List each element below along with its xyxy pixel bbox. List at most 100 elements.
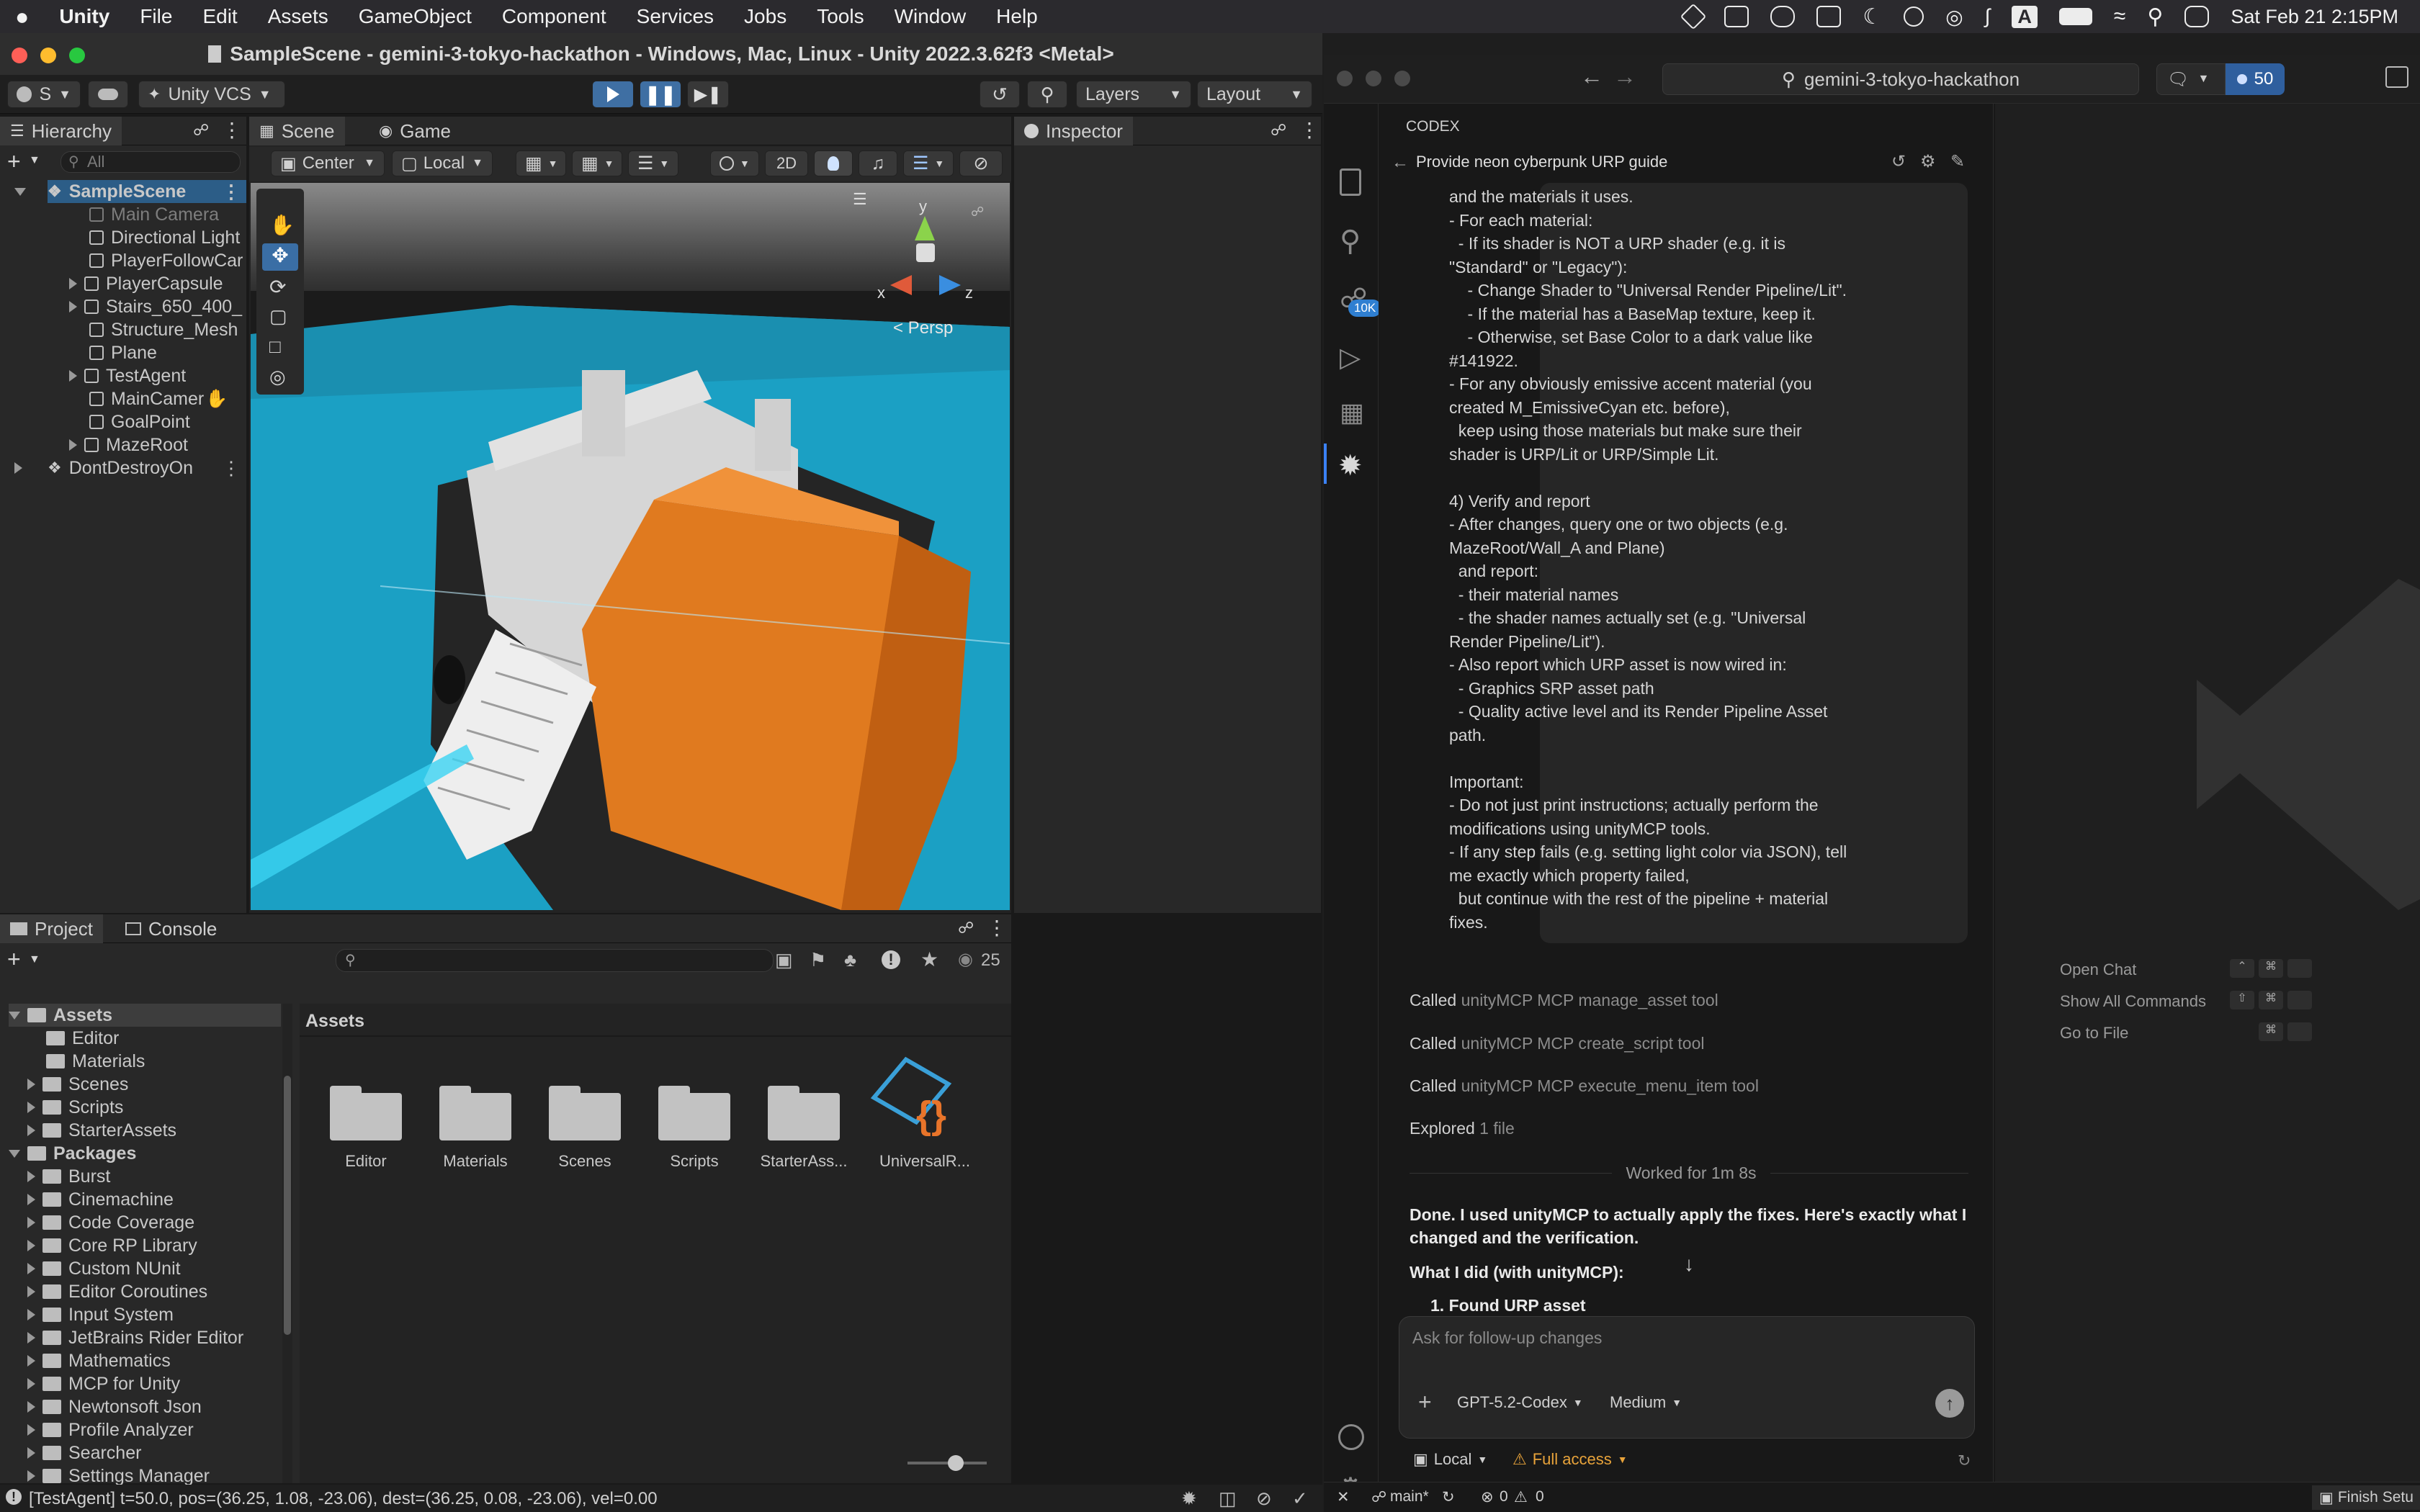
- project-tree-item[interactable]: Code Coverage: [27, 1211, 194, 1234]
- more-options-icon[interactable]: ⋮: [222, 181, 241, 203]
- account-dropdown[interactable]: S ▼: [7, 81, 81, 108]
- project-tree-item[interactable]: Profile Analyzer: [27, 1418, 194, 1441]
- tab-hierarchy[interactable]: ☰ Hierarchy: [0, 117, 122, 145]
- cloud-button[interactable]: [88, 81, 128, 108]
- history-icon[interactable]: ↺: [1891, 151, 1906, 172]
- hierarchy-item-mazeroot[interactable]: MazeRoot: [69, 433, 188, 456]
- gizmo-lock-icon[interactable]: ☍: [971, 204, 984, 220]
- expand-arrow-icon[interactable]: [27, 1263, 35, 1274]
- menu-gameobject[interactable]: GameObject: [344, 5, 487, 28]
- send-button[interactable]: ↑: [1935, 1389, 1964, 1418]
- chevron-down-icon[interactable]: ▼: [29, 953, 40, 966]
- finish-setup-button[interactable]: ▣ Finish Setu: [2312, 1485, 2420, 1510]
- unity-status-icon[interactable]: [1680, 3, 1707, 30]
- transform-tool-icon[interactable]: ◎: [269, 366, 286, 388]
- project-tree-item[interactable]: Editor Coroutines: [27, 1280, 207, 1303]
- remote-icon[interactable]: ✕: [1337, 1488, 1350, 1506]
- unity-vcs-dropdown[interactable]: ✦ Unity VCS ▼: [138, 81, 285, 108]
- expand-arrow-icon[interactable]: [69, 370, 77, 382]
- scroll-down-icon[interactable]: ↓: [1684, 1253, 1694, 1276]
- tree-scrollbar-thumb[interactable]: [284, 1076, 291, 1335]
- add-object-button[interactable]: +: [7, 148, 21, 175]
- weather-icon[interactable]: [1770, 6, 1796, 27]
- bluetooth-icon[interactable]: ∫: [1985, 5, 1991, 28]
- agents-count-badge[interactable]: 50: [2226, 63, 2285, 95]
- command-center-search[interactable]: ⚲ gemini-3-tokyo-hackathon: [1662, 63, 2139, 95]
- shortcut-go-to-file[interactable]: Go to File: [2060, 1024, 2128, 1043]
- persp-label[interactable]: < Persp: [893, 318, 953, 338]
- sync-icon[interactable]: ↻: [1442, 1488, 1455, 1506]
- back-arrow-icon[interactable]: ←: [1580, 63, 1603, 90]
- tag-icon[interactable]: ♣: [844, 949, 856, 971]
- project-tree-item[interactable]: Mathematics: [27, 1349, 171, 1372]
- menu-app-unity[interactable]: Unity: [44, 5, 125, 28]
- effort-selector[interactable]: Medium ▼: [1610, 1393, 1682, 1412]
- environment-selector[interactable]: ▣ Local ▼: [1413, 1450, 1487, 1469]
- shortcut-show-all-commands[interactable]: Show All Commands: [2060, 992, 2206, 1011]
- hierarchy-item-playerfollowcamera[interactable]: PlayerFollowCar: [89, 249, 243, 272]
- rect-tool-icon[interactable]: □: [269, 336, 281, 358]
- status-log-message[interactable]: [TestAgent] t=50.0, pos=(36.25, 1.08, -2…: [29, 1489, 658, 1509]
- minimize-window-button[interactable]: [40, 48, 56, 63]
- asset-folder-materials[interactable]: [439, 1083, 511, 1140]
- hierarchy-scene-samplescene[interactable]: ❖ SampleScene ⋮: [14, 180, 246, 203]
- hierarchy-search-input[interactable]: ⚲ All: [60, 151, 241, 173]
- shading-mode-button[interactable]: ▼: [710, 150, 759, 176]
- project-tree-item[interactable]: MCP for Unity: [27, 1372, 180, 1395]
- settings-gear-icon[interactable]: ⚙: [1920, 151, 1936, 172]
- search-by-label-icon[interactable]: ⚑: [810, 949, 826, 971]
- expand-arrow-icon[interactable]: [27, 1286, 35, 1297]
- favorite-star-icon[interactable]: ★: [920, 948, 938, 971]
- layers-status-icon[interactable]: [1724, 6, 1749, 27]
- battery-icon[interactable]: [2058, 8, 2092, 25]
- expand-arrow-icon[interactable]: [27, 1217, 35, 1228]
- urp-asset-icon[interactable]: {}: [870, 1056, 969, 1145]
- search-button[interactable]: ⚲: [1027, 81, 1067, 108]
- spotlight-icon[interactable]: ⚲: [2147, 4, 2163, 30]
- chevron-down-icon[interactable]: ▼: [29, 154, 40, 167]
- hierarchy-item-testagent[interactable]: TestAgent: [69, 364, 186, 387]
- tab-project[interactable]: Project: [0, 914, 103, 943]
- expand-arrow-icon[interactable]: [14, 462, 22, 474]
- menu-services[interactable]: Services: [622, 5, 729, 28]
- snap-increment-button[interactable]: ▦ ▼: [572, 150, 622, 176]
- warning-filter-icon[interactable]: !: [882, 950, 900, 969]
- expand-arrow-icon[interactable]: [27, 1171, 35, 1182]
- wifi-icon[interactable]: ≈: [2114, 4, 2125, 29]
- hierarchy-item-structure-mesh[interactable]: Structure_Mesh: [89, 318, 238, 341]
- extensions-icon[interactable]: ▦: [1340, 397, 1371, 429]
- project-tree-item[interactable]: Packages: [9, 1142, 136, 1165]
- back-arrow-icon[interactable]: ←: [1392, 153, 1409, 173]
- expand-arrow-icon[interactable]: [69, 278, 77, 289]
- git-branch[interactable]: main*: [1390, 1488, 1429, 1506]
- step-button[interactable]: ▶❚: [687, 81, 729, 108]
- history-button[interactable]: ↺: [980, 81, 1020, 108]
- pivot-dropdown[interactable]: ▣ Center ▼: [271, 150, 385, 176]
- menu-tools[interactable]: Tools: [802, 5, 879, 28]
- minimize-window-button[interactable]: [1366, 71, 1381, 86]
- project-tree-item[interactable]: Editor: [46, 1027, 119, 1050]
- asset-folder-scenes[interactable]: [549, 1083, 621, 1140]
- hierarchy-item-directional-light[interactable]: Directional Light: [89, 226, 240, 249]
- project-tree-item[interactable]: Burst: [27, 1165, 110, 1188]
- expand-arrow-icon[interactable]: [27, 1309, 35, 1320]
- tab-game[interactable]: ◉ Game: [369, 117, 461, 145]
- audio-toggle-button[interactable]: ♫: [859, 150, 897, 176]
- expand-arrow-icon[interactable]: [27, 1355, 35, 1367]
- tab-console[interactable]: Console: [115, 914, 227, 943]
- effects-toggle-button[interactable]: ☰ ▼: [903, 150, 954, 176]
- window-icon[interactable]: [1816, 6, 1842, 27]
- collapse-arrow-icon[interactable]: [9, 1011, 20, 1020]
- more-options-icon[interactable]: ⋮: [222, 118, 242, 142]
- forward-arrow-icon[interactable]: →: [1613, 63, 1636, 90]
- scale-tool-icon[interactable]: ▢: [269, 305, 287, 328]
- expand-arrow-icon[interactable]: [27, 1401, 35, 1413]
- model-selector[interactable]: GPT-5.2-Codex ▼: [1457, 1393, 1583, 1412]
- project-tree-item[interactable]: Scenes: [27, 1073, 128, 1096]
- expand-arrow-icon[interactable]: [27, 1102, 35, 1113]
- warning-count[interactable]: 0: [1536, 1488, 1544, 1506]
- zoom-window-button[interactable]: [69, 48, 85, 63]
- expand-arrow-icon[interactable]: [27, 1194, 35, 1205]
- move-tool-icon[interactable]: ✥: [262, 243, 298, 271]
- error-count[interactable]: 0: [1500, 1488, 1508, 1506]
